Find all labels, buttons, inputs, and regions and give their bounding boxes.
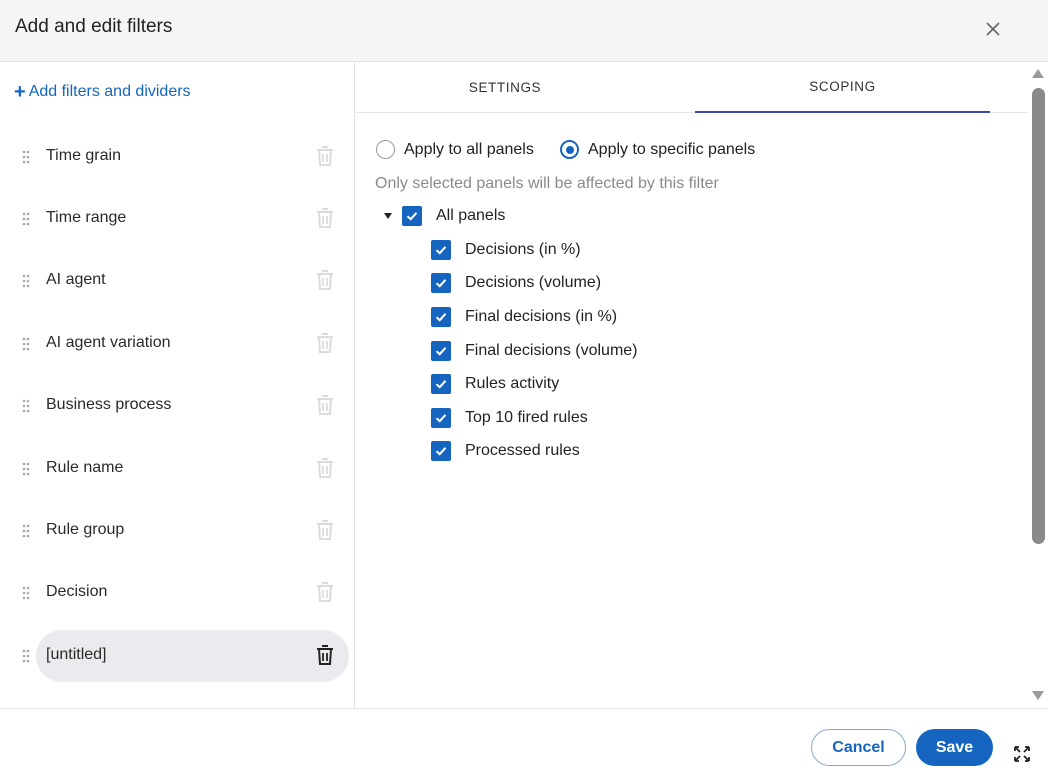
scrollbar-thumb[interactable] [1032,88,1045,544]
panel-checkbox-label: Final decisions (in %) [465,308,618,325]
filter-item-label: AI agent variation [46,334,171,351]
close-icon[interactable] [982,18,1004,40]
filter-item-label: AI agent [46,271,106,288]
panel-checkbox-label: Top 10 fired rules [465,409,588,426]
tree-root-all-panels: All panels [384,206,505,226]
check-icon [435,414,447,423]
panel-checkbox-row: Decisions (in %) [431,240,581,260]
drag-handle-icon[interactable] [22,150,30,164]
panel-checkbox-label: Final decisions (volume) [465,342,638,359]
scoping-hint: Only selected panels will be affected by… [375,175,719,192]
trash-icon[interactable] [314,206,336,230]
trash-icon[interactable] [314,643,336,667]
panel-checkbox-label: Decisions (in %) [465,241,581,258]
tab-bar: SETTINGS SCOPING [355,62,1028,113]
radio-apply-specific-button[interactable] [560,140,579,159]
tab-settings-label: SETTINGS [468,80,542,95]
trash-icon[interactable] [314,456,336,480]
plus-icon: + [14,81,26,103]
filter-item[interactable]: AI agent [22,255,349,307]
panel-checkbox-label: Decisions (volume) [465,274,602,291]
panel-checkbox-row: Processed rules [431,441,580,461]
filter-item-label: Rule name [46,459,124,476]
panel-checkbox[interactable] [431,240,451,260]
filters-list-panel: + Add filters and dividers Time grain Tim… [0,62,355,708]
drag-handle-icon[interactable] [22,462,30,476]
tab-scoping-label: SCOPING [809,79,876,94]
panel-checkbox[interactable] [431,408,451,428]
filter-item[interactable]: Rule group [22,505,349,557]
check-icon [435,380,447,389]
panel-checkbox[interactable] [431,307,451,327]
filter-item[interactable]: Time range [22,193,349,245]
radio-apply-specific-label: Apply to specific panels [588,140,756,158]
filter-config-panel: SETTINGS SCOPING Apply to all panels App… [355,62,1028,708]
filter-item-label: Business process [46,396,172,413]
drag-handle-icon[interactable] [22,524,30,538]
panel-checkbox[interactable] [431,341,451,361]
trash-icon[interactable] [314,144,336,168]
caret-down-icon[interactable] [384,213,392,219]
panel-checkbox[interactable] [431,441,451,461]
panel-checkbox[interactable] [431,374,451,394]
vertical-scrollbar[interactable] [1029,62,1048,708]
filter-item[interactable]: [untitled] [22,630,349,682]
trash-icon[interactable] [314,331,336,355]
filter-item-label: Time range [46,209,127,226]
drag-handle-icon[interactable] [22,337,30,351]
add-filters-label: Add filters and dividers [28,83,191,100]
add-filters-link[interactable]: + Add filters and dividers [14,81,191,103]
filter-item-label: Decision [46,583,108,600]
check-icon [435,279,447,288]
radio-apply-all-button[interactable] [376,140,395,159]
filter-item[interactable]: Time grain [22,131,349,183]
panel-checkbox-label: Rules activity [465,375,560,392]
drag-handle-icon[interactable] [22,274,30,288]
filter-item[interactable]: Rule name [22,443,349,495]
filter-item[interactable]: Business process [22,380,349,432]
check-icon [406,212,418,221]
trash-icon[interactable] [314,580,336,604]
panel-checkbox[interactable] [431,273,451,293]
expand-icon[interactable] [1013,745,1031,763]
drag-handle-icon[interactable] [22,212,30,226]
drag-handle-icon[interactable] [22,586,30,600]
filter-item[interactable]: AI agent variation [22,318,349,370]
radio-apply-all-label: Apply to all panels [404,140,534,158]
tab-settings[interactable]: SETTINGS [355,62,655,113]
scroll-down-arrow-icon[interactable] [1032,691,1044,700]
panel-checkbox-row: Final decisions (volume) [431,341,638,361]
panel-checkbox-label: Processed rules [465,442,580,459]
scroll-up-arrow-icon[interactable] [1032,69,1044,78]
dialog-header: Add and edit filters [0,0,1048,62]
save-button[interactable]: Save [916,729,993,766]
cancel-button[interactable]: Cancel [811,729,906,766]
check-icon [435,447,447,456]
tab-scoping[interactable]: SCOPING [695,62,990,113]
all-panels-label: All panels [436,207,506,224]
radio-apply-all[interactable]: Apply to all panels [376,140,534,159]
filter-item-label: Time grain [46,147,121,164]
panel-checkbox-row: Decisions (volume) [431,273,601,293]
check-icon [435,313,447,322]
panel-checkbox-row: Final decisions (in %) [431,307,617,327]
drag-handle-icon[interactable] [22,399,30,413]
filter-item[interactable]: Decision [22,567,349,619]
check-icon [435,246,447,255]
check-icon [435,347,447,356]
trash-icon[interactable] [314,268,336,292]
dialog-footer: Cancel Save [0,708,1048,780]
panel-checkbox-row: Top 10 fired rules [431,408,588,428]
trash-icon[interactable] [314,518,336,542]
trash-icon[interactable] [314,393,336,417]
filter-item-label: [untitled] [46,646,107,663]
radio-apply-specific[interactable]: Apply to specific panels [560,140,755,159]
checkbox-all-panels[interactable] [402,206,422,226]
drag-handle-icon[interactable] [22,649,30,663]
filter-item-label: Rule group [46,521,125,538]
dialog-title: Add and edit filters [15,16,173,37]
panel-checkbox-row: Rules activity [431,374,559,394]
